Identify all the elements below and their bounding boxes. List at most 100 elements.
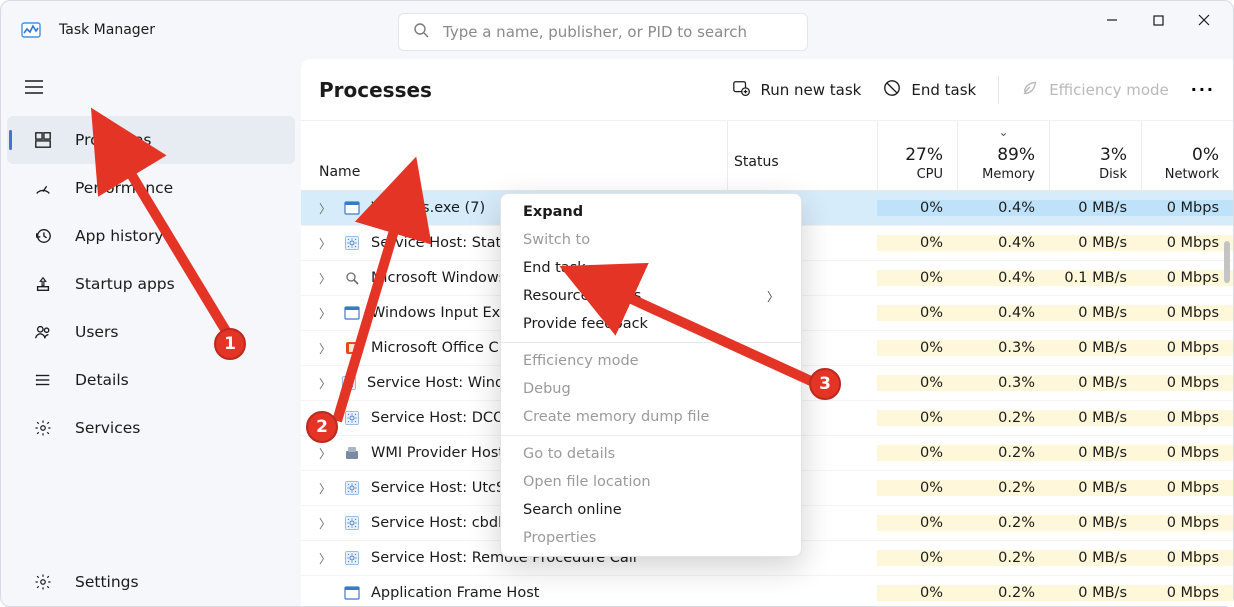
col-memory[interactable]: ⌄89%Memory: [957, 121, 1049, 190]
scrollbar-thumb[interactable]: [1224, 241, 1230, 283]
service-gear-icon: [343, 234, 361, 252]
sidebar-item-label: Details: [75, 371, 129, 389]
process-memory: 0.3%: [957, 375, 1049, 391]
process-disk: 0 MB/s: [1049, 445, 1141, 461]
process-memory: 0.4%: [957, 305, 1049, 321]
process-network: 0 Mbps: [1141, 515, 1233, 531]
context-menu-item-efficiency-mode: Efficiency mode: [501, 347, 801, 375]
context-menu-label: Expand: [523, 204, 583, 220]
context-menu-item-open-file-location: Open file location: [501, 468, 801, 496]
sidebar-item-label: App history: [75, 227, 164, 245]
context-menu-item-switch-to: Switch to: [501, 226, 801, 254]
app-generic-icon: [343, 584, 361, 602]
sidebar-item-label: Processes: [75, 131, 151, 149]
process-cpu: 0%: [877, 235, 957, 251]
minimize-button[interactable]: [1089, 3, 1135, 37]
col-disk[interactable]: 3%Disk: [1049, 121, 1141, 190]
process-memory: 0.4%: [957, 270, 1049, 286]
col-name[interactable]: Name: [301, 164, 727, 190]
process-cpu: 0%: [877, 550, 957, 566]
context-menu-label: Open file location: [523, 474, 651, 490]
process-network: 0 Mbps: [1141, 585, 1233, 601]
process-network: 0 Mbps: [1141, 235, 1233, 251]
sidebar-item-settings[interactable]: Settings: [7, 558, 295, 606]
efficiency-mode-button: Efficiency mode: [1021, 79, 1169, 101]
button-label: Efficiency mode: [1049, 81, 1169, 99]
sidebar-item-label: Performance: [75, 179, 173, 197]
chevron-right-icon[interactable]: 〉: [319, 270, 333, 287]
col-status[interactable]: Status: [727, 121, 877, 190]
users-icon: [33, 323, 53, 341]
main-header: Processes Run new task End task Efficien…: [301, 59, 1233, 121]
process-name: WMI Provider Host: [371, 445, 504, 461]
sidebar-item-label: Users: [75, 323, 118, 341]
app-generic-icon: [343, 199, 361, 217]
context-menu-item-end-task[interactable]: End task: [501, 254, 801, 282]
table-row[interactable]: 〉Application Frame Host0%0.2%0 MB/s0 Mbp…: [301, 576, 1233, 606]
nav-list: Processes Performance App history Startup a…: [1, 116, 301, 452]
context-menu-label: Properties: [523, 530, 596, 546]
context-menu-item-search-online[interactable]: Search online: [501, 496, 801, 524]
service-gear-icon: [343, 549, 361, 567]
process-cpu: 0%: [877, 340, 957, 356]
context-menu-label: End task: [523, 260, 586, 276]
more-button[interactable]: ···: [1191, 80, 1215, 99]
gear-icon: [33, 573, 53, 591]
chevron-right-icon[interactable]: 〉: [319, 515, 333, 532]
chevron-right-icon[interactable]: 〉: [319, 445, 333, 462]
col-network[interactable]: 0%Network: [1141, 121, 1233, 190]
sidebar-item-users[interactable]: Users: [7, 308, 295, 356]
sidebar-item-services[interactable]: Services: [7, 404, 295, 452]
performance-icon: [33, 179, 53, 197]
process-disk: 0 MB/s: [1049, 480, 1141, 496]
process-cpu: 0%: [877, 480, 957, 496]
sidebar-item-processes[interactable]: Processes: [7, 116, 295, 164]
context-menu-label: Resource values: [523, 288, 641, 304]
process-memory: 0.2%: [957, 410, 1049, 426]
sidebar-item-app-history[interactable]: App history: [7, 212, 295, 260]
maximize-button[interactable]: [1135, 3, 1181, 37]
chevron-right-icon[interactable]: 〉: [319, 550, 333, 567]
context-menu-label: Debug: [523, 381, 571, 397]
process-disk: 0 MB/s: [1049, 375, 1141, 391]
chevron-right-icon[interactable]: 〉: [319, 305, 333, 322]
hamburger-icon[interactable]: [25, 79, 301, 98]
context-menu-label: Go to details: [523, 446, 615, 462]
sidebar-item-startup-apps[interactable]: Startup apps: [7, 260, 295, 308]
chevron-right-icon[interactable]: 〉: [319, 235, 333, 252]
search-input[interactable]: [443, 23, 793, 41]
sidebar-item-performance[interactable]: Performance: [7, 164, 295, 212]
sidebar: Processes Performance App history Startup a…: [1, 59, 301, 606]
chevron-right-icon[interactable]: 〉: [319, 340, 333, 357]
chevron-right-icon: 〉: [767, 288, 779, 305]
context-menu-separator: [501, 342, 801, 343]
process-memory: 0.2%: [957, 445, 1049, 461]
chevron-right-icon[interactable]: 〉: [319, 375, 331, 392]
history-icon: [33, 227, 53, 245]
process-cpu: 0%: [877, 585, 957, 601]
run-new-task-button[interactable]: Run new task: [732, 79, 861, 101]
chevron-right-icon[interactable]: 〉: [319, 480, 333, 497]
sidebar-item-details[interactable]: Details: [7, 356, 295, 404]
sidebar-item-label: Services: [75, 419, 140, 437]
process-network: 0 Mbps: [1141, 200, 1233, 216]
search-indexer-icon: [343, 269, 361, 287]
col-cpu[interactable]: 27%CPU: [877, 121, 957, 190]
process-network: 0 Mbps: [1141, 550, 1233, 566]
context-menu-item-resource-values[interactable]: Resource values 〉: [501, 282, 801, 310]
process-network: 0 Mbps: [1141, 340, 1233, 356]
context-menu-label: Create memory dump file: [523, 409, 709, 425]
process-memory: 0.2%: [957, 480, 1049, 496]
context-menu-item-provide-feedback[interactable]: Provide feedback: [501, 310, 801, 338]
leaf-icon: [1021, 79, 1039, 101]
close-button[interactable]: [1181, 3, 1227, 37]
process-network: 0 Mbps: [1141, 410, 1233, 426]
chevron-right-icon[interactable]: 〉: [319, 200, 333, 217]
context-menu-label: Efficiency mode: [523, 353, 639, 369]
app-generic-icon: [343, 304, 361, 322]
context-menu-item-properties: Properties: [501, 524, 801, 552]
search-box[interactable]: [398, 13, 808, 51]
context-menu-item-expand[interactable]: Expand: [501, 198, 801, 226]
service-gear-icon: [341, 374, 357, 392]
end-task-button[interactable]: End task: [883, 79, 976, 101]
